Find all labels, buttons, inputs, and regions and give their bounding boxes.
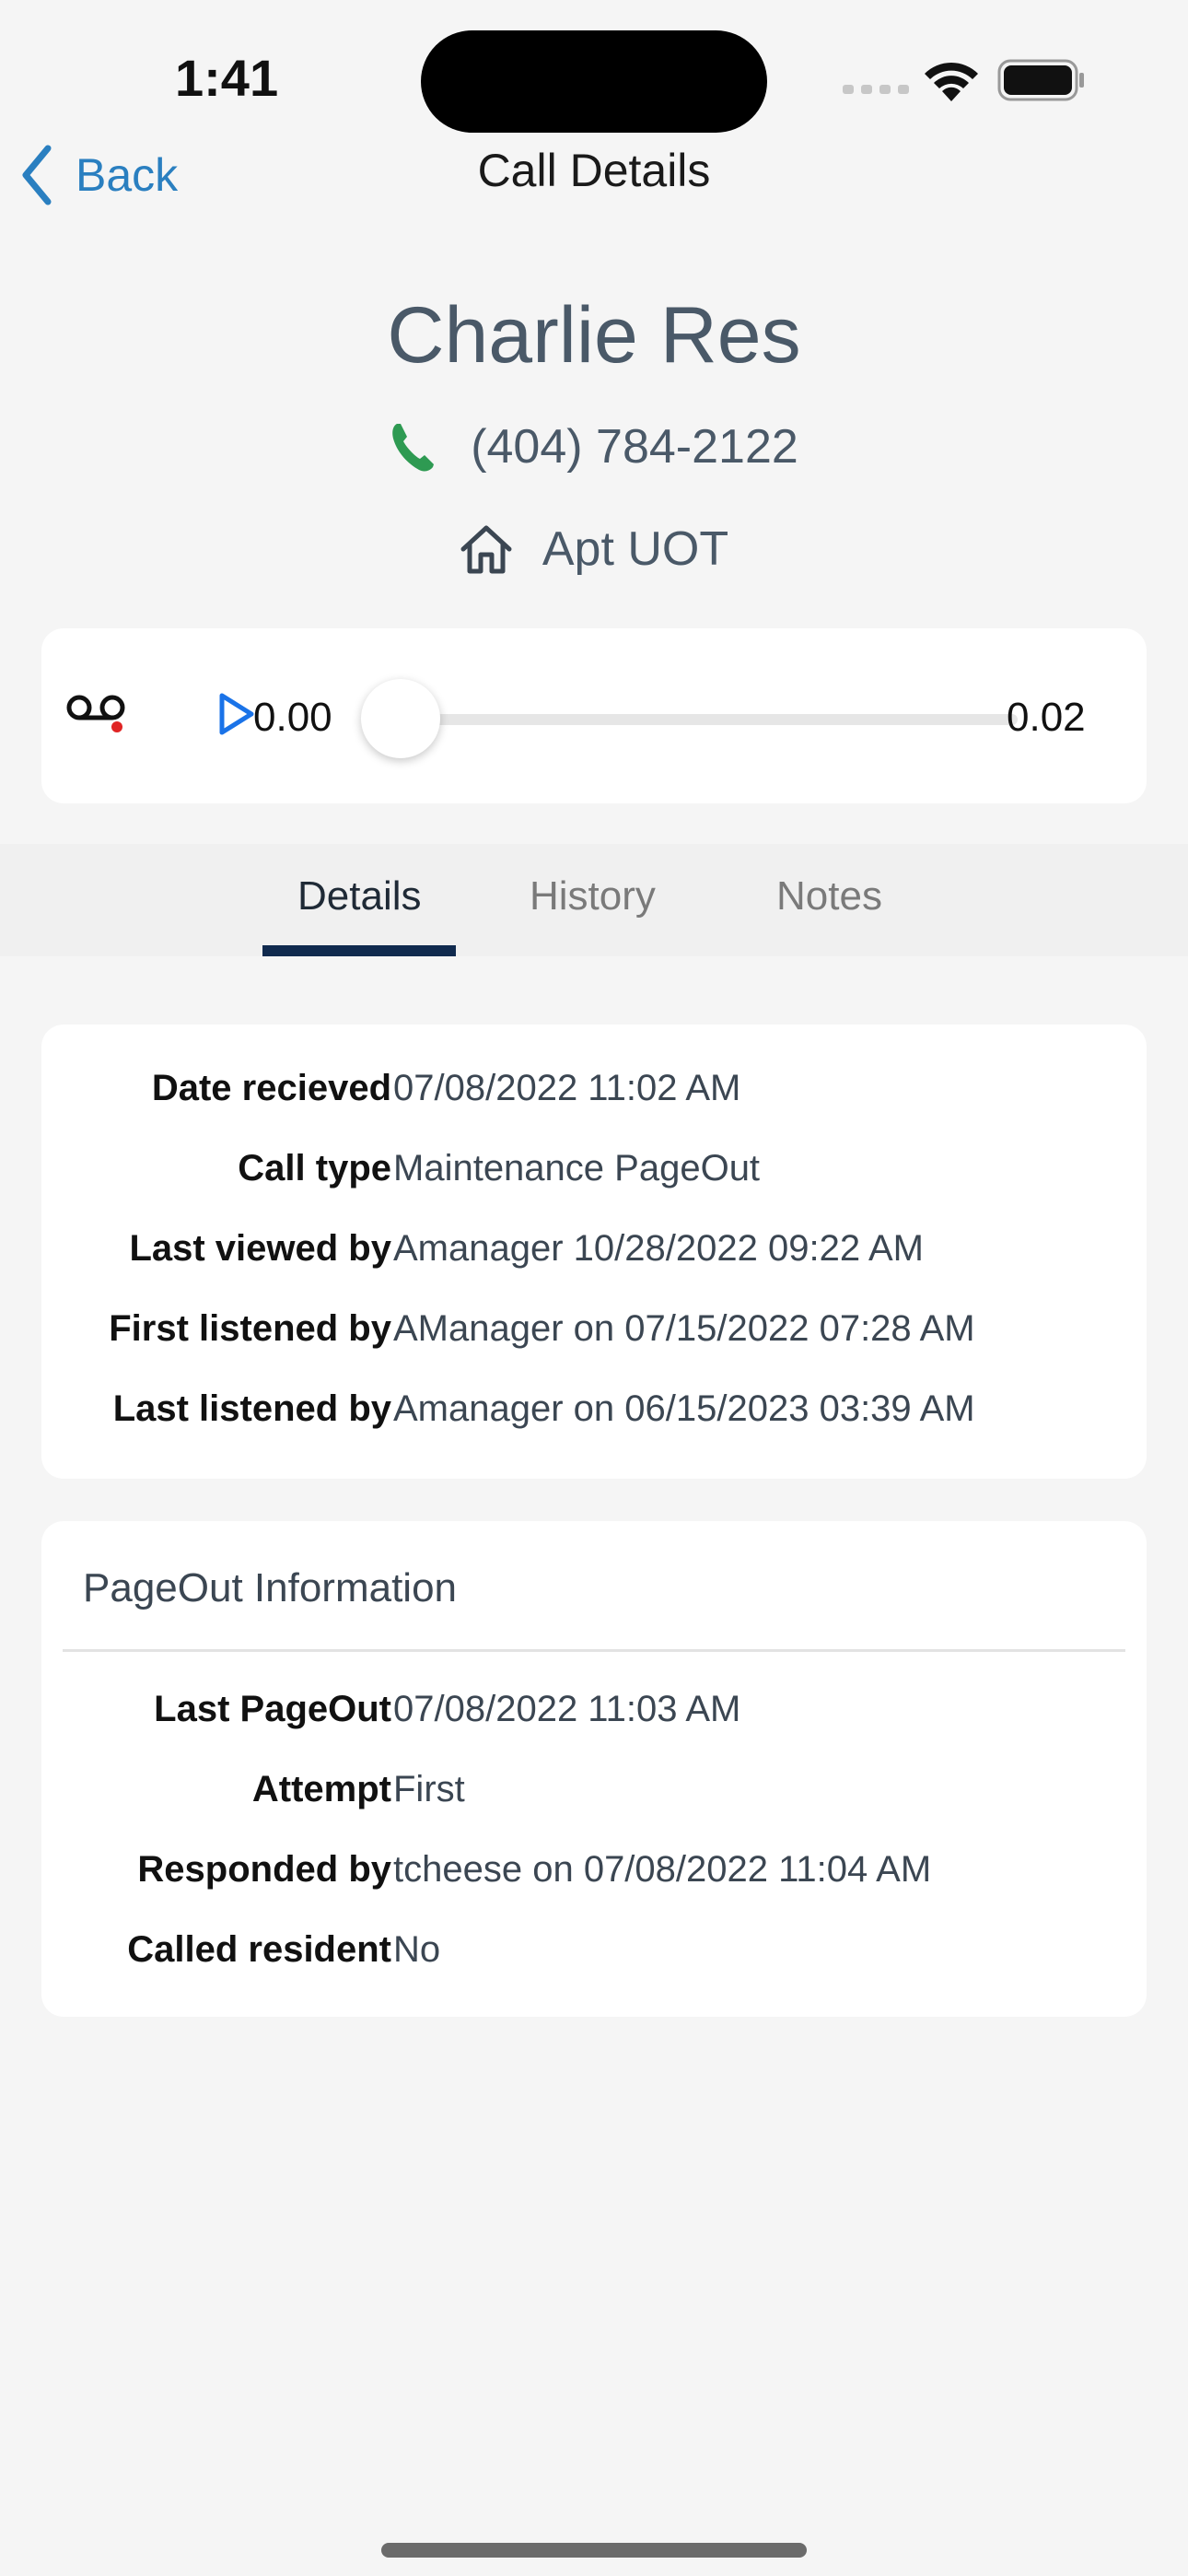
phone-icon: [392, 424, 435, 472]
pageout-title: PageOut Information: [83, 1565, 458, 1610]
tab-bar: Details History Notes: [0, 844, 1188, 956]
play-icon[interactable]: [215, 690, 257, 738]
active-tab-indicator: [262, 945, 456, 956]
tab-details[interactable]: Details: [297, 873, 422, 919]
detail-label: Call type: [238, 1148, 391, 1188]
pageout-value: tcheese on 07/08/2022 11:04 AM: [393, 1849, 932, 1890]
pageout-row: Called resident No: [41, 1929, 1147, 1985]
detail-row: Last viewed by Amanager 10/28/2022 09:22…: [41, 1228, 1147, 1283]
pageout-label: Called resident: [127, 1929, 391, 1970]
home-indicator[interactable]: [381, 2543, 807, 2558]
progress-thumb[interactable]: [361, 679, 440, 758]
voicemail-icon: [66, 695, 125, 732]
detail-value: 07/08/2022 11:02 AM: [393, 1068, 741, 1108]
pageout-row: Responded by tcheese on 07/08/2022 11:04…: [41, 1849, 1147, 1904]
pageout-row: Attempt First: [41, 1769, 1147, 1824]
pageout-value: No: [393, 1929, 441, 1970]
detail-row: Date recieved 07/08/2022 11:02 AM: [41, 1068, 1147, 1123]
wifi-icon: [925, 62, 978, 101]
detail-row: Last listened by Amanager on 06/15/2023 …: [41, 1388, 1147, 1444]
progress-track[interactable]: [401, 714, 1018, 725]
detail-label: First listened by: [109, 1308, 391, 1349]
caller-phone[interactable]: (404) 784-2122: [0, 419, 1188, 474]
pageout-value: 07/08/2022 11:03 AM: [393, 1689, 741, 1729]
tab-history[interactable]: History: [530, 873, 656, 919]
total-time: 0.02: [1007, 695, 1086, 740]
caller-unit: Apt UOT: [0, 521, 1188, 577]
status-time: 1:41: [175, 49, 279, 107]
detail-label: Last listened by: [112, 1388, 391, 1429]
detail-label: Last viewed by: [129, 1228, 391, 1269]
status-bar: 1:41: [0, 0, 1188, 138]
detail-value: AManager on 07/15/2022 07:28 AM: [393, 1308, 975, 1349]
cellular-signal-icon: [843, 85, 909, 94]
detail-value: Maintenance PageOut: [393, 1148, 761, 1188]
navigation-bar: Back Call Details: [0, 138, 1188, 249]
page-title: Call Details: [477, 145, 711, 196]
unit-label: Apt UOT: [542, 522, 729, 576]
detail-label: Date recieved: [151, 1068, 391, 1108]
divider: [63, 1649, 1125, 1652]
detail-row: Call type Maintenance PageOut: [41, 1148, 1147, 1203]
current-time: 0.00: [253, 695, 332, 740]
voicemail-player: 0.00 0.02: [41, 628, 1147, 803]
home-icon: [460, 525, 512, 574]
pageout-label: Last PageOut: [154, 1689, 391, 1729]
detail-value: Amanager 10/28/2022 09:22 AM: [393, 1228, 924, 1269]
pageout-label: Responded by: [137, 1849, 391, 1890]
tab-notes[interactable]: Notes: [776, 873, 882, 919]
details-card: Date recieved 07/08/2022 11:02 AM Call t…: [41, 1025, 1147, 1479]
pageout-value: First: [393, 1769, 465, 1809]
battery-icon: [997, 59, 1084, 101]
caller-name: Charlie Res: [387, 291, 801, 380]
pageout-label: Attempt: [251, 1769, 391, 1809]
detail-value: Amanager on 06/15/2023 03:39 AM: [393, 1388, 975, 1429]
pageout-card: PageOut Information Last PageOut 07/08/2…: [41, 1521, 1147, 2017]
dynamic-island: [421, 30, 767, 133]
phone-number: (404) 784-2122: [471, 420, 798, 474]
pageout-row: Last PageOut 07/08/2022 11:03 AM: [41, 1689, 1147, 1744]
detail-row: First listened by AManager on 07/15/2022…: [41, 1308, 1147, 1364]
